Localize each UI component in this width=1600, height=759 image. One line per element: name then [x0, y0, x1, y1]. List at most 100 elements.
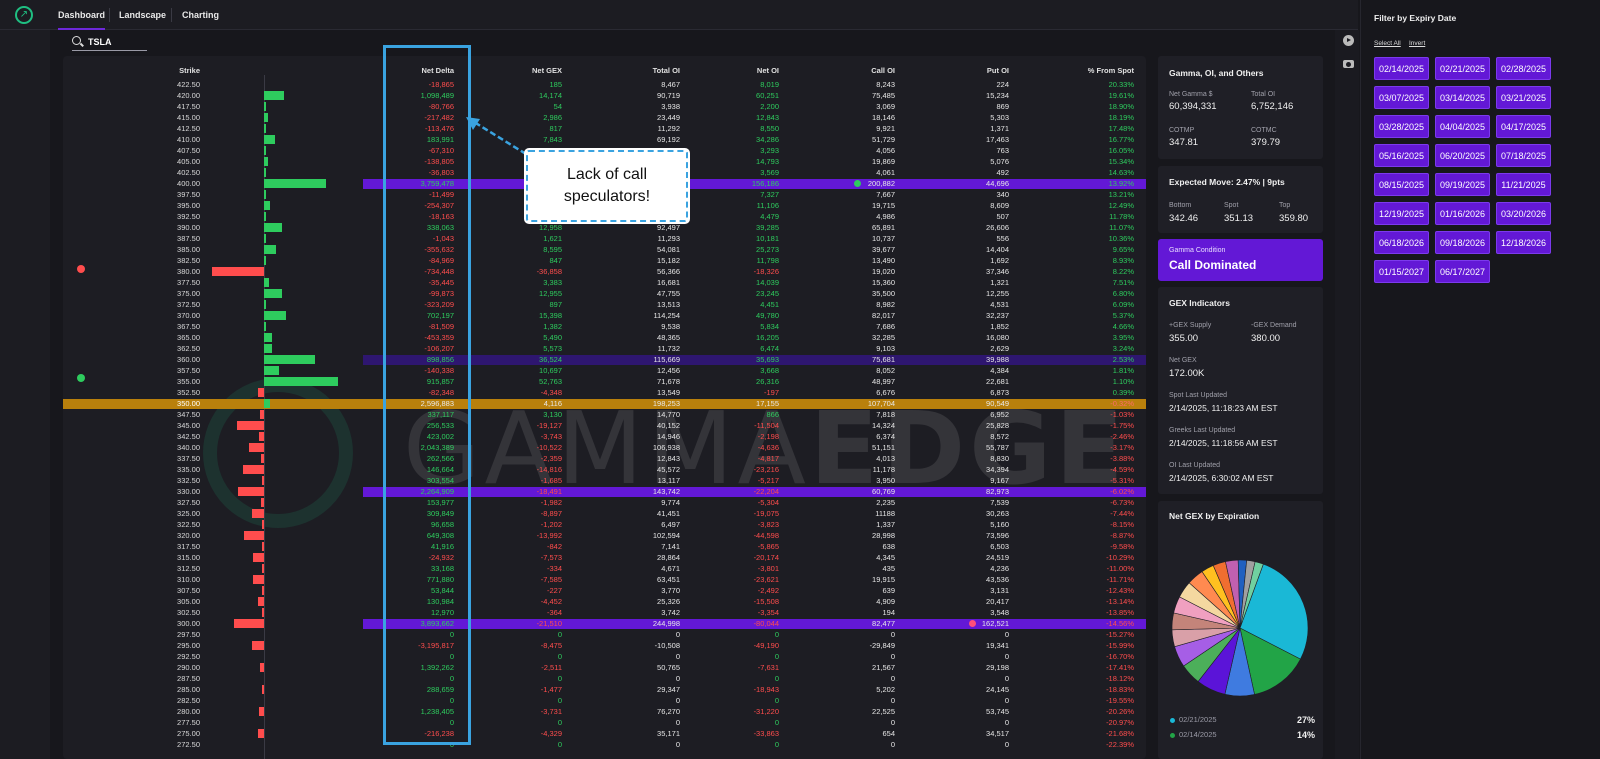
tab-charting[interactable]: Charting [182, 0, 219, 30]
table-row[interactable]: 417.50 -80,766 54 3,938 2,200 3,069 869 18.90% [63, 101, 1146, 112]
expiry-date-chip[interactable]: 04/17/2025 [1496, 115, 1551, 138]
expiry-date-chip[interactable]: 12/18/2026 [1496, 231, 1551, 254]
table-row[interactable]: 410.00 183,991 7,843 69,192 34,286 51,729 17,4… [63, 134, 1146, 145]
camera-icon[interactable] [1343, 60, 1354, 68]
table-row[interactable]: 285.00 288,659 -1,477 29,347 -18,943 5,202 24,… [63, 684, 1146, 695]
expiry-date-chip[interactable]: 09/19/2025 [1435, 173, 1490, 196]
expiry-date-chip[interactable]: 03/28/2025 [1374, 115, 1429, 138]
table-row[interactable]: 360.00 898,856 36,524 115,669 35,693 75,681 39… [63, 354, 1146, 365]
search-icon[interactable] [72, 36, 81, 45]
table-row[interactable]: 350.00 2,596,883 4,116 198,253 17,155 107,704… [63, 398, 1146, 409]
table-row[interactable]: 420.00 1,098,489 14,174 90,719 60,251 75,485 1… [63, 90, 1146, 101]
expiry-date-chip[interactable]: 04/04/2025 [1435, 115, 1490, 138]
expiry-date-chip[interactable]: 02/28/2025 [1496, 57, 1551, 80]
col-header-call-oi[interactable]: Call OI [871, 66, 895, 75]
cell-net-gex: 0 [557, 740, 562, 749]
expiry-date-chip[interactable]: 11/21/2025 [1496, 173, 1551, 196]
table-row[interactable]: 302.50 12,970 -364 3,742 -3,354 194 3,548 -13.8… [63, 607, 1146, 618]
table-row[interactable]: 352.50 -82,348 -4,348 13,549 -197 6,676 6,873 0… [63, 387, 1146, 398]
legend-item[interactable]: 02/14/2025 14% [1170, 730, 1315, 742]
col-header-net-gex[interactable]: Net GEX [532, 66, 562, 75]
col-header-strike[interactable]: Strike [179, 66, 200, 75]
table-row[interactable]: 330.00 2,264,909 -18,491 143,742 -22,204 60,7… [63, 486, 1146, 497]
tab-dashboard[interactable]: Dashboard [58, 0, 106, 30]
col-header-pct-from-spot[interactable]: % From Spot [1088, 66, 1134, 75]
table-row[interactable]: 337.50 262,566 -2,359 12,843 -4,817 4,013 8,83… [63, 453, 1146, 464]
expiry-date-chip[interactable]: 01/16/2026 [1435, 202, 1490, 225]
table-row[interactable]: 340.00 2,043,389 -10,522 106,938 -4,636 51,15… [63, 442, 1146, 453]
expiry-date-chip[interactable]: 09/18/2026 [1435, 231, 1490, 254]
table-row[interactable]: 272.50 0 0 0 0 0 0 -22.39% [63, 739, 1146, 750]
ticker-search-input[interactable] [88, 35, 146, 49]
invert-link[interactable]: Invert [1409, 40, 1425, 47]
table-row[interactable]: 390.00 338,063 12,958 92,497 39,285 65,891 26,… [63, 222, 1146, 233]
table-row[interactable]: 372.50 -323,209 897 13,513 4,451 8,982 4,531 6.… [63, 299, 1146, 310]
cell-put-oi: 8,572 [990, 432, 1009, 441]
table-row[interactable]: 300.00 3,893,662 -21,510 244,998 -80,044 82,4… [63, 618, 1146, 629]
expiry-date-chip[interactable]: 03/21/2025 [1496, 86, 1551, 109]
col-header-total-oi[interactable]: Total OI [653, 66, 680, 75]
table-row[interactable]: 322.50 96,658 -1,202 6,497 -3,823 1,337 5,160-… [63, 519, 1146, 530]
table-row[interactable]: 310.00 771,880 -7,585 63,451 -23,621 19,915 43… [63, 574, 1146, 585]
cell-put-oi: 5,160 [990, 520, 1009, 529]
table-row[interactable]: 332.50 303,554 -1,685 13,117 -5,217 3,950 9,16… [63, 475, 1146, 486]
expiry-date-chip[interactable]: 06/20/2025 [1435, 144, 1490, 167]
col-header-put-oi[interactable]: Put OI [987, 66, 1009, 75]
table-row[interactable]: 415.00 -217,482 2,986 23,449 12,843 18,146 5,3… [63, 112, 1146, 123]
table-row[interactable]: 315.00 -24,932 -7,573 28,864 -20,174 4,345 24,… [63, 552, 1146, 563]
table-row[interactable]: 282.50 0 0 0 0 0 0 -19.55% [63, 695, 1146, 706]
expiry-date-chip[interactable]: 03/14/2025 [1435, 86, 1490, 109]
table-row[interactable]: 342.50 423,002 -3,743 14,946 -2,198 6,374 8,57… [63, 431, 1146, 442]
expiry-date-chip[interactable]: 06/18/2026 [1374, 231, 1429, 254]
table-row[interactable]: 377.50 -35,445 3,383 16,681 14,039 15,360 1,32… [63, 277, 1146, 288]
expiry-date-chip[interactable]: 02/14/2025 [1374, 57, 1429, 80]
table-row[interactable]: 347.50 337,117 3,130 14,770 866 7,818 6,952 -1.… [63, 409, 1146, 420]
table-row[interactable]: 422.50 -18,865 185 8,467 8,019 8,243 224 20.33% [63, 79, 1146, 90]
expiry-date-chip[interactable]: 02/21/2025 [1435, 57, 1490, 80]
table-row[interactable]: 305.00 130,984 -4,452 25,326 -15,508 4,909 20,… [63, 596, 1146, 607]
cell-put-oi: 0 [1004, 718, 1009, 727]
table-row[interactable]: 307.50 53,844 -227 3,770 -2,492 639 3,131 -12.4… [63, 585, 1146, 596]
table-row[interactable]: 327.50 153,977 -1,982 9,774 -5,304 2,235 7,539… [63, 497, 1146, 508]
table-row[interactable]: 380.00 -734,448 -36,858 56,366 -18,326 19,020… [63, 266, 1146, 277]
table-row[interactable]: 297.50 0 0 0 0 0 0 -15.27% [63, 629, 1146, 640]
table-row[interactable]: 325.00 309,849 -8,897 41,451 -19,075 11188 30,… [63, 508, 1146, 519]
expiry-date-chip[interactable]: 06/17/2027 [1435, 260, 1490, 283]
table-row[interactable]: 277.50 0 0 0 0 0 0 -20.97% [63, 717, 1146, 728]
table-row[interactable]: 385.00 -355,632 8,595 54,081 25,273 39,677 14,… [63, 244, 1146, 255]
table-row[interactable]: 320.00 649,308 -13,992 102,594 -44,598 28,998… [63, 530, 1146, 541]
table-row[interactable]: 312.50 33,168 -334 4,671 -3,801 435 4,236 -11.0… [63, 563, 1146, 574]
expiry-date-chip[interactable]: 12/19/2025 [1374, 202, 1429, 225]
expiry-date-chip[interactable]: 08/15/2025 [1374, 173, 1429, 196]
expiry-date-chip[interactable]: 01/15/2027 [1374, 260, 1429, 283]
select-all-link[interactable]: Select All [1374, 40, 1401, 47]
table-row[interactable]: 292.50 0 0 0 0 0 0 -16.70% [63, 651, 1146, 662]
table-row[interactable]: 275.00 -216,238 -4,329 35,171 -33,863 654 34,5… [63, 728, 1146, 739]
expiry-date-chip[interactable]: 03/20/2026 [1496, 202, 1551, 225]
table-row[interactable]: 382.50 -84,969 847 15,182 11,798 13,490 1,692 8… [63, 255, 1146, 266]
table-row[interactable]: 335.00 146,664 -14,816 45,572 -23,216 11,178 3… [63, 464, 1146, 475]
col-header-net-oi[interactable]: Net OI [757, 66, 779, 75]
table-row[interactable]: 317.50 41,916 -842 7,141 -5,865 638 6,503 -9.58… [63, 541, 1146, 552]
table-row[interactable]: 295.00 -3,195,817 -8,475 -10,508 -49,190 -29,… [63, 640, 1146, 651]
tab-landscape[interactable]: Landscape [119, 0, 166, 30]
table-row[interactable]: 355.00 915,857 52,763 71,678 26,316 48,997 22,… [63, 376, 1146, 387]
table-row[interactable]: 357.50 -140,338 10,697 12,456 3,668 8,052 4,38… [63, 365, 1146, 376]
table-row[interactable]: 280.00 1,238,405 -3,731 76,270 -31,220 22,525… [63, 706, 1146, 717]
expiry-date-chip[interactable]: 03/07/2025 [1374, 86, 1429, 109]
table-row[interactable]: 367.50 -81,509 1,382 9,538 5,834 7,686 1,852 4.… [63, 321, 1146, 332]
table-row[interactable]: 387.50 -1,043 1,621 11,293 10,181 10,737 556 10… [63, 233, 1146, 244]
table-row[interactable]: 290.00 1,392,262 -2,511 50,765 -7,631 21,567 2… [63, 662, 1146, 673]
table-row[interactable]: 362.50 -106,207 5,573 11,732 6,474 9,103 2,629… [63, 343, 1146, 354]
table-row[interactable]: 412.50 -113,476 817 11,292 8,550 9,921 1,371 17… [63, 123, 1146, 134]
play-icon[interactable] [1343, 35, 1354, 46]
table-row[interactable]: 287.50 0 0 0 0 0 0 -18.12% [63, 673, 1146, 684]
gammaedge-logo-icon[interactable]: ↗ [15, 6, 33, 24]
legend-item[interactable]: 02/21/2025 27% [1170, 715, 1315, 727]
table-row[interactable]: 345.00 256,533 -19,127 40,152 -11,504 14,324 2… [63, 420, 1146, 431]
table-row[interactable]: 375.00 -99,873 12,955 47,755 23,245 35,500 12,… [63, 288, 1146, 299]
expiry-date-chip[interactable]: 05/16/2025 [1374, 144, 1429, 167]
table-row[interactable]: 365.00 -453,359 5,490 48,365 16,205 32,285 16,… [63, 332, 1146, 343]
expiry-date-chip[interactable]: 07/18/2025 [1496, 144, 1551, 167]
table-row[interactable]: 370.00 702,197 15,398 114,254 49,780 82,017 32… [63, 310, 1146, 321]
